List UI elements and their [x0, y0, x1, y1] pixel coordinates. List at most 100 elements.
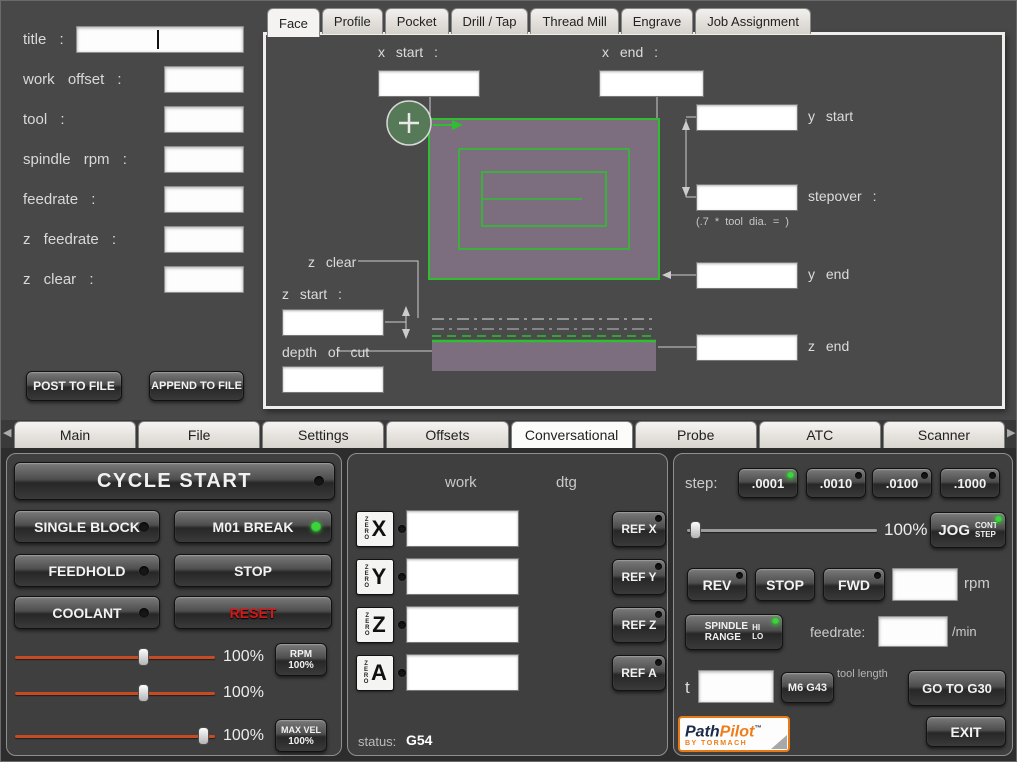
feedrate-label: feedrate : — [23, 191, 96, 208]
fwd-label: FWD — [838, 576, 870, 593]
tab-face[interactable]: Face — [267, 8, 320, 37]
spindle-range-button[interactable]: SPINDLE RANGE HI LO — [685, 614, 783, 650]
post-to-file-button[interactable]: POST TO FILE — [26, 371, 122, 401]
m01-break-button[interactable]: M01 BREAK — [174, 510, 332, 543]
y-dro-field[interactable] — [406, 558, 519, 595]
m6-g43-button[interactable]: M6 G43 — [781, 672, 834, 703]
slider-handle[interactable] — [138, 684, 149, 702]
spindle-rpm-input[interactable] — [164, 146, 244, 173]
zero-y-button[interactable]: ZERO Y — [356, 559, 394, 595]
slider-handle[interactable] — [138, 648, 149, 666]
z-dro-field[interactable] — [406, 606, 519, 643]
step-0001-button[interactable]: .0001 — [738, 468, 798, 498]
feedhold-button[interactable]: FEEDHOLD — [14, 554, 160, 587]
y-start-input[interactable] — [696, 104, 798, 131]
title-input[interactable] — [76, 26, 244, 53]
slider-handle[interactable] — [198, 727, 209, 745]
slider-track — [15, 735, 215, 738]
exit-button[interactable]: EXIT — [926, 716, 1006, 747]
tool-number-input[interactable] — [698, 670, 774, 703]
rpm-100-line1: RPM — [289, 648, 313, 660]
ref-x-button[interactable]: REF X — [612, 511, 666, 547]
step-1000-button[interactable]: .1000 — [940, 468, 1000, 498]
single-block-button[interactable]: SINGLE BLOCK — [14, 510, 160, 543]
stepover-label: stepover : — [808, 188, 877, 204]
spindle-rev-button[interactable]: REV — [687, 568, 747, 601]
tab-atc[interactable]: ATC — [758, 421, 881, 448]
tab-pocket[interactable]: Pocket — [384, 8, 449, 34]
tab-engrave[interactable]: Engrave — [620, 8, 694, 34]
zero-x-button[interactable]: ZERO X — [356, 511, 394, 547]
step-0100-button[interactable]: .0100 — [872, 468, 932, 498]
tool-input[interactable] — [164, 106, 244, 133]
zero-z-button[interactable]: ZERO Z — [356, 607, 394, 643]
zero-a-button[interactable]: ZERO A — [356, 655, 394, 691]
tab-scanner[interactable]: Scanner — [882, 421, 1005, 448]
a-dro-field[interactable] — [406, 654, 519, 691]
tab-thread-mill[interactable]: Thread Mill — [530, 8, 619, 34]
reset-button[interactable]: RESET — [174, 596, 332, 629]
jog-speed-slider[interactable] — [687, 520, 877, 540]
go-to-g30-button[interactable]: GO TO G30 — [908, 670, 1006, 706]
jog-speed-percent: 100% — [884, 520, 928, 539]
step-label: step: — [685, 475, 718, 492]
stepover-input[interactable] — [696, 184, 798, 211]
step-0010-button[interactable]: .0010 — [806, 468, 866, 498]
cycle-start-button[interactable]: CYCLE START — [14, 462, 335, 500]
a-axis-led — [398, 669, 406, 677]
x-start-input[interactable] — [378, 70, 480, 97]
stop-button[interactable]: STOP — [174, 554, 332, 587]
ref-y-button[interactable]: REF Y — [612, 559, 666, 595]
spindle-rpm-readout[interactable] — [892, 568, 958, 601]
spindle-rpm-label: spindle rpm : — [23, 151, 127, 168]
ref-z-button[interactable]: REF Z — [612, 607, 666, 643]
maxvel-override-slider[interactable] — [15, 726, 215, 746]
maxvel-line1: MAX VEL — [280, 724, 321, 735]
z-start-input[interactable] — [282, 309, 384, 336]
tab-scroll-left-icon[interactable]: ◀ — [3, 426, 11, 439]
append-to-file-button[interactable]: APPEND TO FILE — [149, 371, 244, 401]
ref-a-button[interactable]: REF A — [612, 655, 666, 691]
tab-settings[interactable]: Settings — [262, 421, 385, 448]
spindle-stop-button[interactable]: STOP — [755, 568, 815, 601]
tab-probe[interactable]: Probe — [634, 421, 757, 448]
tab-offsets[interactable]: Offsets — [386, 421, 509, 448]
jog-cont-step-button[interactable]: JOG CONT STEP — [930, 512, 1006, 548]
slider-track — [687, 529, 877, 532]
feedrate-readout[interactable] — [878, 616, 948, 647]
feedrate-input[interactable] — [164, 186, 244, 213]
step-1000-led — [989, 472, 996, 479]
tab-file[interactable]: File — [138, 421, 261, 448]
tab-conversational[interactable]: Conversational — [510, 421, 633, 448]
y-axis-led — [398, 573, 406, 581]
tab-drill-tap[interactable]: Drill / Tap — [450, 8, 529, 34]
x-dro-field[interactable] — [406, 510, 519, 547]
work-header: work — [445, 474, 477, 491]
slider-handle[interactable] — [689, 521, 701, 539]
z-clear-input[interactable] — [164, 266, 244, 293]
text-cursor — [157, 30, 159, 49]
z-feedrate-input[interactable] — [164, 226, 244, 253]
z-end-input[interactable] — [696, 334, 798, 361]
feedrate-override-slider[interactable] — [15, 647, 215, 667]
jog-spindle-panel: step: .0001 .0010 .0100 .1000 100% JOG C… — [673, 453, 1013, 756]
coolant-button[interactable]: COOLANT — [14, 596, 160, 629]
stepover-hint: (.7 * tool dia. = ) — [696, 216, 789, 228]
logo-tm: ™ — [754, 725, 762, 732]
work-offset-input[interactable] — [164, 66, 244, 93]
tab-scroll-right-icon[interactable]: ▶ — [1007, 426, 1015, 439]
y-end-input[interactable] — [696, 262, 798, 289]
stop-label: STOP — [234, 562, 272, 579]
rpm-100-button[interactable]: RPM 100% — [275, 643, 327, 676]
maxvel-100-button[interactable]: MAX VEL 100% — [275, 719, 327, 752]
tab-job-assignment[interactable]: Job Assignment — [695, 8, 811, 34]
rpm-override-slider[interactable] — [15, 683, 215, 703]
depth-of-cut-label: depth of cut — [282, 344, 370, 360]
tab-main[interactable]: Main — [14, 421, 137, 448]
zero-label: ZERO — [363, 517, 370, 541]
x-axis-led — [398, 525, 406, 533]
spindle-fwd-button[interactable]: FWD — [823, 568, 885, 601]
x-end-input[interactable] — [599, 70, 704, 97]
tab-profile[interactable]: Profile — [321, 8, 383, 34]
depth-of-cut-input[interactable] — [282, 366, 384, 393]
